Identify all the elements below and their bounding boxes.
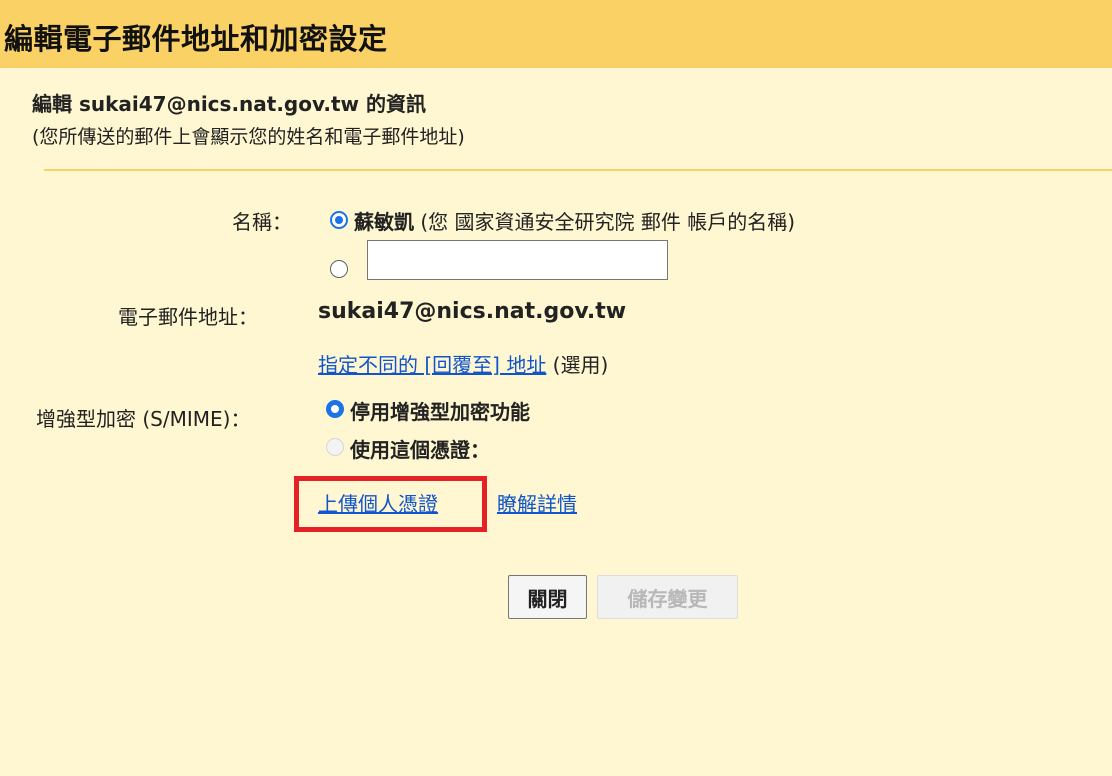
encryption-radio-disable[interactable] xyxy=(326,400,344,418)
custom-name-input[interactable] xyxy=(367,240,668,280)
dialog-title: 編輯電子郵件地址和加密設定 xyxy=(4,22,388,56)
highlight-box xyxy=(294,476,487,532)
encryption-option-disable: 停用增強型加密功能 xyxy=(350,400,530,424)
reply-to-link[interactable]: 指定不同的 [回覆至] 地址 xyxy=(318,353,546,377)
save-changes-button[interactable]: 儲存變更 xyxy=(597,575,738,619)
name-option-default-name: 蘇敏凱 xyxy=(354,210,414,234)
encryption-radio-use-cert[interactable] xyxy=(326,438,344,456)
info-heading: 編輯 sukai47@nics.nat.gov.tw 的資訊 xyxy=(32,92,426,116)
name-label: 名稱： xyxy=(232,210,292,234)
name-option-default-hint: (您 國家資通安全研究院 郵件 帳戶的名稱) xyxy=(414,210,796,234)
section-divider xyxy=(44,169,1112,171)
encryption-label: 增強型加密 (S/MIME)： xyxy=(36,407,251,431)
name-option-default: 蘇敏凱 (您 國家資通安全研究院 郵件 帳戶的名稱) xyxy=(354,206,795,235)
name-radio-custom[interactable] xyxy=(330,260,348,278)
reply-to-optional: (選用) xyxy=(546,353,609,377)
learn-more-row: 瞭解詳情 xyxy=(497,488,577,517)
info-subheading: (您所傳送的郵件上會顯示您的姓名和電子郵件地址) xyxy=(32,126,465,148)
email-value: sukai47@nics.nat.gov.tw xyxy=(318,299,627,324)
name-radio-default[interactable] xyxy=(330,211,348,229)
close-button[interactable]: 關閉 xyxy=(508,575,587,619)
reply-to-row: 指定不同的 [回覆至] 地址 (選用) xyxy=(318,349,608,378)
dialog-header: 編輯電子郵件地址和加密設定 xyxy=(0,0,1112,68)
email-label: 電子郵件地址： xyxy=(118,305,258,329)
encryption-option-use-cert: 使用這個憑證： xyxy=(350,438,490,462)
learn-more-link[interactable]: 瞭解詳情 xyxy=(497,492,577,516)
